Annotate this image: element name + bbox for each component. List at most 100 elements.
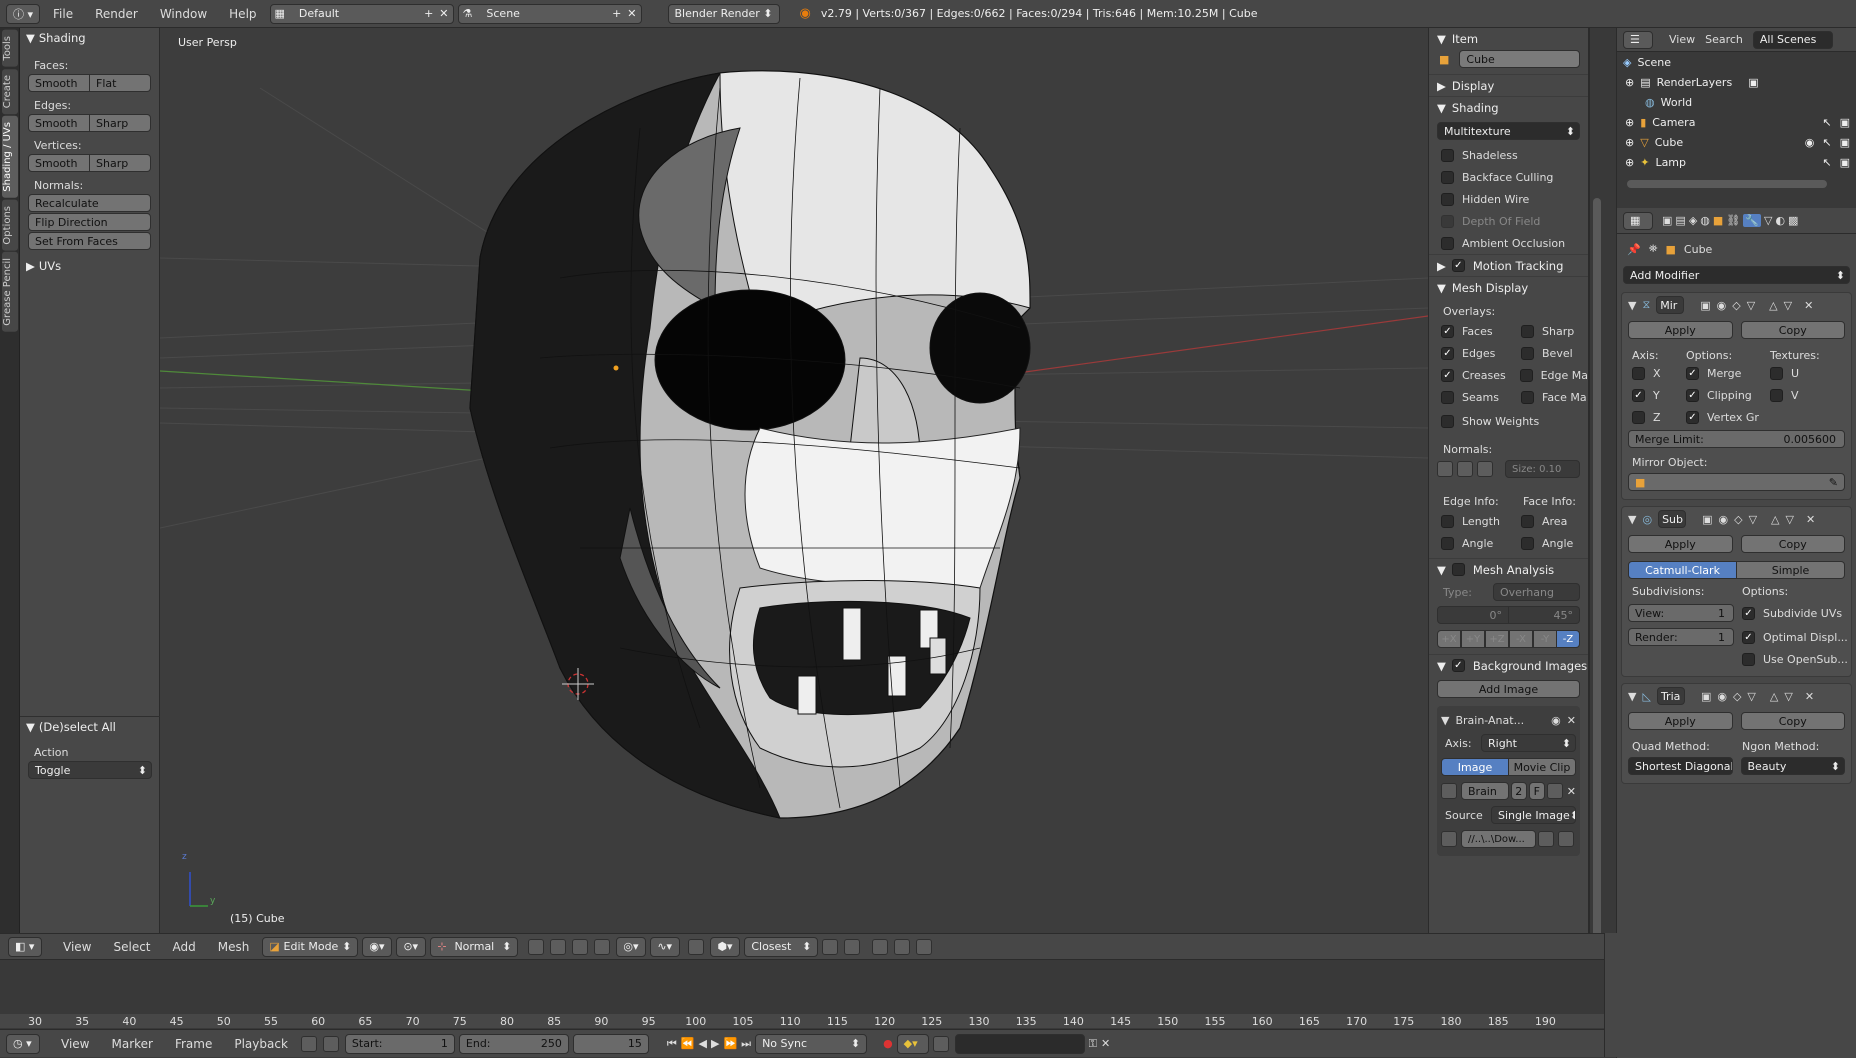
menu-view[interactable]: View: [54, 940, 100, 954]
triangulate-modifier-name[interactable]: Tria: [1656, 687, 1685, 705]
subsurf-modifier-name[interactable]: Sub: [1658, 510, 1687, 528]
flip-direction-button[interactable]: Flip Direction: [28, 213, 151, 231]
tab-options[interactable]: Options: [2, 199, 18, 251]
cage-toggle-icon[interactable]: ▽: [1747, 690, 1755, 703]
recalculate-button[interactable]: Recalculate: [28, 194, 151, 212]
movie-clip-source-tab[interactable]: Movie Clip: [1509, 758, 1576, 776]
remove-modifier-icon[interactable]: ✕: [1804, 299, 1813, 312]
outliner-item-renderlayers[interactable]: ⊕ ▤ RenderLayers ▣: [1617, 72, 1856, 92]
subdivide-uvs-checkbox[interactable]: ✓ Subdivide UVs: [1734, 602, 1842, 624]
open-image-icon[interactable]: [1546, 783, 1563, 799]
timeline-area[interactable]: 30 35 40 45 50 55 60 65 70 75 80 85 90 95 100 105 110 115…: [0, 959, 1604, 1029]
face-area-checkbox[interactable]: Area: [1509, 510, 1567, 532]
opengl-render-icon[interactable]: [872, 938, 889, 955]
snap-align-icon[interactable]: [822, 938, 839, 955]
vertex-select-mode-icon[interactable]: [528, 938, 545, 955]
editmode-toggle-icon[interactable]: ◇: [1733, 690, 1741, 703]
subsurf-copy-button[interactable]: Copy: [1740, 535, 1845, 553]
shading-mode-select[interactable]: Multitexture ⬍: [1437, 122, 1580, 140]
keying-set-field[interactable]: [954, 1033, 1085, 1054]
uvs-panel-header[interactable]: ▶ UVs: [20, 256, 159, 276]
add-image-button[interactable]: Add Image: [1437, 680, 1580, 698]
background-images-checkbox[interactable]: ✓: [1451, 659, 1465, 672]
creases-overlay-checkbox[interactable]: ✓ Creases: [1429, 364, 1508, 386]
menu-window[interactable]: Window: [151, 7, 216, 21]
mesh-analysis-checkbox[interactable]: [1451, 563, 1465, 576]
editor-type-icon[interactable]: ◧ ▾: [8, 936, 42, 957]
close-icon[interactable]: ✕: [1567, 714, 1576, 727]
backface-culling-checkbox[interactable]: Backface Culling: [1429, 166, 1588, 188]
loop-normals-toggle[interactable]: [1457, 461, 1473, 477]
object-name-field[interactable]: Cube: [1459, 50, 1580, 68]
layers-tab-icon[interactable]: ▤: [1675, 214, 1685, 227]
triangulate-apply-button[interactable]: Apply: [1628, 712, 1733, 730]
delete-keyframe-icon[interactable]: ✕: [1101, 1037, 1110, 1050]
end-frame-field[interactable]: End: 250: [458, 1033, 569, 1054]
edge-angle-checkbox[interactable]: Angle: [1429, 532, 1509, 554]
vertex-groups-checkbox[interactable]: ✓ Vertex Gr: [1686, 406, 1759, 428]
remove-scene-icon[interactable]: ✕: [627, 7, 636, 20]
texture-v-checkbox[interactable]: V: [1770, 384, 1799, 406]
world-tab-icon[interactable]: ◍: [1700, 214, 1710, 227]
outliner-search-menu[interactable]: Search: [1705, 33, 1743, 46]
browse-file-icon[interactable]: [1538, 831, 1554, 847]
edge-marks-checkbox[interactable]: Edge Ma: [1508, 364, 1588, 386]
editmode-toggle-icon[interactable]: ◇: [1734, 513, 1742, 526]
vertex-normals-toggle[interactable]: [1437, 461, 1453, 477]
optimal-display-checkbox[interactable]: ✓ Optimal Displ...: [1734, 626, 1848, 648]
face-marks-checkbox[interactable]: Face Ma: [1509, 386, 1587, 408]
play-reverse-icon[interactable]: ◀: [699, 1037, 707, 1050]
collapse-icon[interactable]: ▼: [1628, 513, 1636, 526]
edge-length-checkbox[interactable]: Length: [1429, 510, 1509, 532]
restrict-render-icon[interactable]: ▣: [1840, 116, 1850, 129]
face-angle-checkbox[interactable]: Angle: [1509, 532, 1573, 554]
cage-toggle-icon[interactable]: ▽: [1749, 513, 1757, 526]
keyingset-icon[interactable]: [932, 1035, 949, 1052]
menu-select[interactable]: Select: [104, 940, 159, 954]
restrict-select-icon[interactable]: ↖: [1822, 136, 1831, 149]
restrict-select-icon[interactable]: ↖: [1822, 156, 1831, 169]
remove-modifier-icon[interactable]: ✕: [1805, 690, 1814, 703]
reload-icon[interactable]: [1558, 831, 1574, 847]
viewport-canvas[interactable]: [160, 28, 1428, 933]
menu-playback[interactable]: Playback: [225, 1037, 297, 1051]
seams-overlay-checkbox[interactable]: Seams: [1429, 386, 1509, 408]
move-up-icon[interactable]: △: [1770, 690, 1778, 703]
move-up-icon[interactable]: △: [1769, 299, 1777, 312]
record-icon[interactable]: ●: [883, 1037, 893, 1050]
current-frame-field[interactable]: 15: [572, 1033, 649, 1054]
quad-method-select[interactable]: Shortest Diagonal⬍: [1628, 757, 1733, 775]
axis-plus-y[interactable]: +Y: [1461, 630, 1485, 648]
restrict-select-icon[interactable]: ↖: [1822, 116, 1831, 129]
constraints-tab-icon[interactable]: ⛓: [1726, 214, 1740, 227]
axis-y-checkbox[interactable]: ✓ Y: [1628, 384, 1686, 406]
material-tab-icon[interactable]: ◐: [1775, 214, 1785, 227]
layout-selector[interactable]: ▦ Default + ✕: [269, 3, 454, 24]
texture-tab-icon[interactable]: ▩: [1788, 214, 1798, 227]
image-source-tab[interactable]: Image: [1441, 758, 1509, 776]
outliner-hscrollbar[interactable]: [1627, 180, 1827, 188]
viewport-toggle-icon[interactable]: ◉: [1717, 299, 1727, 312]
eyedropper-icon[interactable]: ✎: [1829, 476, 1838, 489]
remove-modifier-icon[interactable]: ✕: [1806, 513, 1815, 526]
remove-layout-icon[interactable]: ✕: [439, 7, 448, 20]
scrollbar-thumb[interactable]: [1593, 198, 1601, 938]
collapse-icon[interactable]: ▼: [1628, 690, 1636, 703]
display-mode-select[interactable]: All Scenes: [1752, 30, 1833, 49]
properties-editor-icon[interactable]: ▦: [1623, 211, 1653, 230]
display-panel-header[interactable]: ▶ Display: [1429, 74, 1588, 96]
image-source-select[interactable]: Single Image⬍: [1491, 806, 1576, 824]
render-toggle-icon[interactable]: ▣: [1701, 690, 1711, 703]
snap-toggle-icon[interactable]: [688, 938, 705, 955]
add-scene-icon[interactable]: +: [612, 7, 621, 20]
mode-select[interactable]: ◪ Edit Mode ⬍: [262, 936, 359, 957]
next-keyframe-icon[interactable]: ⏩: [723, 1037, 737, 1050]
merge-limit-field[interactable]: Merge Limit: 0.005600: [1628, 430, 1845, 448]
properties-scrollbar[interactable]: [1590, 28, 1604, 938]
vertices-sharp-button[interactable]: Sharp: [90, 154, 151, 172]
fake-user-button[interactable]: F: [1528, 782, 1545, 800]
bg-axis-select[interactable]: Right ⬍: [1481, 734, 1576, 752]
view-levels-field[interactable]: View: 1: [1628, 604, 1734, 622]
bevel-overlay-checkbox[interactable]: Bevel: [1509, 342, 1573, 364]
pin-icon[interactable]: 📌: [1627, 243, 1641, 256]
